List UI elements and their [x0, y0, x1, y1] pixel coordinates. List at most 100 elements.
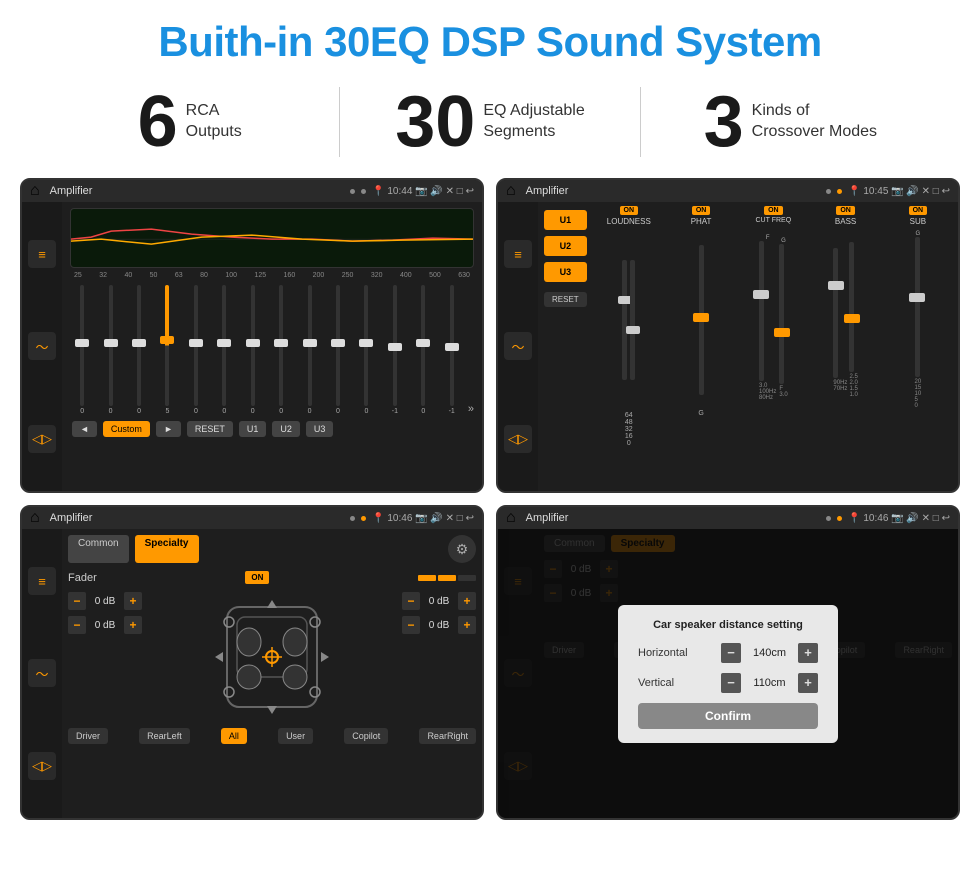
eq-reset-btn[interactable]: RESET — [187, 421, 233, 437]
eq-slider-6[interactable]: 0 — [212, 285, 236, 415]
fader-volume-icon[interactable]: ◁▷ — [28, 752, 56, 780]
dialog-v-plus[interactable]: + — [798, 673, 818, 693]
eq-slider-9[interactable]: 0 — [297, 285, 321, 415]
dlg-dot1 — [826, 516, 831, 521]
dlg-home-icon[interactable]: ⌂ — [506, 509, 516, 527]
eq-custom-btn[interactable]: Custom — [103, 421, 150, 437]
cr-filter-icon[interactable]: ≡ — [504, 240, 532, 268]
cutfreq-on[interactable]: ON — [764, 206, 783, 215]
cutfreq-slider1[interactable] — [759, 241, 764, 381]
eq-status-bar: ⌂ Amplifier 📍 10:44 📷 🔊 ✕ □ ↩ — [22, 180, 482, 202]
stat-number-3: 3 — [704, 86, 744, 158]
fader-main-area: Common Specialty ⚙ Fader ON — [62, 529, 482, 818]
eq-slider-2[interactable]: 0 — [98, 285, 122, 415]
bass-slider1[interactable] — [833, 248, 838, 378]
cr-home-icon[interactable]: ⌂ — [506, 182, 516, 200]
confirm-button[interactable]: Confirm — [638, 703, 818, 729]
stat-eq: 30 EQ AdjustableSegments — [360, 86, 619, 158]
fader-fl-control: − 0 dB + — [68, 592, 142, 610]
eq-slider-8[interactable]: 0 — [269, 285, 293, 415]
fader-tab-common[interactable]: Common — [68, 535, 129, 563]
fader-rl-plus[interactable]: + — [124, 616, 142, 634]
stat-label-crossover: Kinds ofCrossover Modes — [752, 101, 877, 143]
dialog-h-plus[interactable]: + — [798, 643, 818, 663]
eq-slider-11[interactable]: 0 — [354, 285, 378, 415]
eq-main-area: 253240506380100125160200250320400500630 … — [62, 202, 482, 491]
fader-rr-minus[interactable]: − — [402, 616, 420, 634]
cr-u2-btn[interactable]: U2 — [544, 236, 587, 256]
stat-number-6: 6 — [138, 86, 178, 158]
status-dot-1 — [350, 189, 355, 194]
fader-speaker-layout: − 0 dB + − 0 dB + — [68, 592, 476, 722]
loudness-slider1[interactable] — [622, 260, 627, 380]
cr-volume-icon[interactable]: ◁▷ — [504, 425, 532, 453]
eq-slider-7[interactable]: 0 — [241, 285, 265, 415]
cr-cutfreq: ON CUT FREQ F 3.0 100Hz — [739, 206, 807, 487]
fader-rr-plus[interactable]: + — [458, 616, 476, 634]
fader-tabs: Common Specialty ⚙ — [68, 535, 476, 563]
eq-slider-14[interactable]: -1 — [439, 285, 463, 415]
phat-label: PHAT — [691, 217, 712, 226]
eq-wave-icon[interactable]: 〜 — [28, 332, 56, 360]
cr-wave-icon[interactable]: 〜 — [504, 332, 532, 360]
loudness-slider2[interactable] — [630, 260, 635, 380]
fader-rearright-btn[interactable]: RearRight — [419, 728, 476, 744]
eq-slider-4[interactable]: 5 — [155, 285, 179, 415]
fader-fl-plus[interactable]: + — [124, 592, 142, 610]
fader-filter-icon[interactable]: ≡ — [28, 567, 56, 595]
eq-expand-icon[interactable]: » — [468, 403, 474, 415]
cr-phat: ON PHAT G — [667, 206, 735, 487]
eq-slider-13[interactable]: 0 — [411, 285, 435, 415]
fader-fr-control: − 0 dB + — [402, 592, 476, 610]
fader-fr-plus[interactable]: + — [458, 592, 476, 610]
cr-bass: ON BASS 90Hz 70Hz — [811, 206, 879, 487]
eq-next-btn[interactable]: ► — [156, 421, 181, 437]
dialog-horizontal-ctrl: − 140cm + — [721, 643, 818, 663]
fader-driver-btn[interactable]: Driver — [68, 728, 108, 744]
phat-on[interactable]: ON — [692, 206, 711, 215]
eq-filter-icon[interactable]: ≡ — [28, 240, 56, 268]
fader-fl-minus[interactable]: − — [68, 592, 86, 610]
loudness-on[interactable]: ON — [620, 206, 639, 215]
fader-user-btn[interactable]: User — [278, 728, 313, 744]
eq-u1-btn[interactable]: U1 — [239, 421, 267, 437]
fader-label: Fader — [68, 572, 97, 584]
eq-volume-icon[interactable]: ◁▷ — [28, 425, 56, 453]
bass-slider2[interactable] — [849, 242, 854, 372]
eq-slider-3[interactable]: 0 — [127, 285, 151, 415]
fader-on-badge[interactable]: ON — [245, 571, 269, 584]
cr-u3-btn[interactable]: U3 — [544, 262, 587, 282]
bass-label: BASS — [835, 217, 856, 226]
fader-fr-minus[interactable]: − — [402, 592, 420, 610]
cutfreq-slider2[interactable] — [779, 244, 784, 384]
fader-settings-icon[interactable]: ⚙ — [448, 535, 476, 563]
eq-slider-5[interactable]: 0 — [184, 285, 208, 415]
phat-slider[interactable] — [699, 245, 704, 395]
dialog-v-minus[interactable]: − — [721, 673, 741, 693]
fader-copilot-btn[interactable]: Copilot — [344, 728, 388, 744]
fader-wave-icon[interactable]: 〜 — [28, 659, 56, 687]
fader-all-btn[interactable]: All — [221, 728, 247, 744]
dialog-h-value: 140cm — [747, 647, 792, 659]
divider-2 — [640, 87, 641, 157]
dialog-box: Car speaker distance setting Horizontal … — [618, 605, 838, 743]
bass-on[interactable]: ON — [836, 206, 855, 215]
dialog-h-minus[interactable]: − — [721, 643, 741, 663]
sub-on[interactable]: ON — [909, 206, 928, 215]
sub-slider[interactable] — [915, 237, 920, 377]
eq-slider-12[interactable]: -1 — [383, 285, 407, 415]
fader-home-icon[interactable]: ⌂ — [30, 509, 40, 527]
eq-u2-btn[interactable]: U2 — [272, 421, 300, 437]
fader-tab-specialty[interactable]: Specialty — [135, 535, 199, 563]
fader-rl-minus[interactable]: − — [68, 616, 86, 634]
home-icon[interactable]: ⌂ — [30, 182, 40, 200]
eq-slider-1[interactable]: 0 — [70, 285, 94, 415]
fader-rearleft-btn[interactable]: RearLeft — [139, 728, 190, 744]
cr-status-bar: ⌂ Amplifier 📍 10:45 📷 🔊 ✕ □ ↩ — [498, 180, 958, 202]
cr-reset-btn[interactable]: RESET — [544, 292, 587, 307]
eq-slider-10[interactable]: 0 — [326, 285, 350, 415]
cr-u1-btn[interactable]: U1 — [544, 210, 587, 230]
stat-number-30: 30 — [395, 86, 475, 158]
eq-prev-btn[interactable]: ◄ — [72, 421, 97, 437]
eq-u3-btn[interactable]: U3 — [306, 421, 334, 437]
